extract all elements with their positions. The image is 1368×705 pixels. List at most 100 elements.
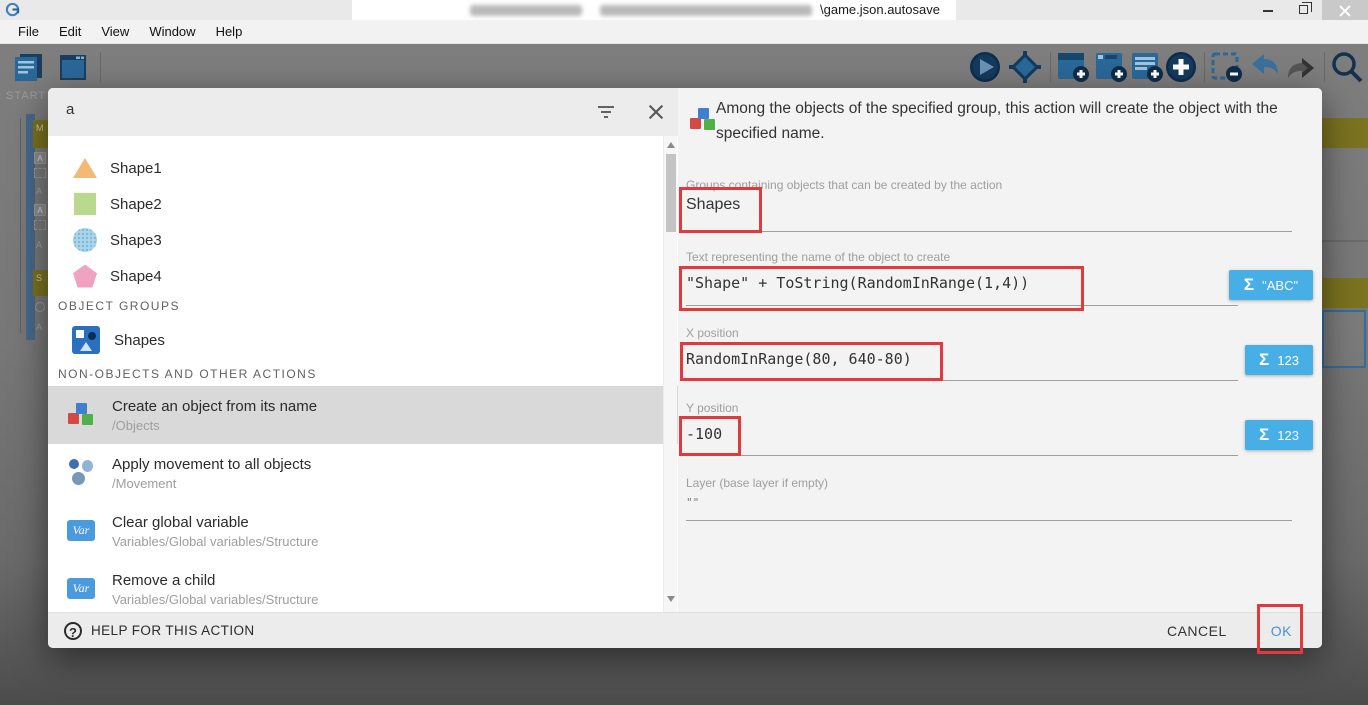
list-item-object[interactable]: Shape1 (48, 150, 678, 186)
results-list: Shape1 Shape2 Shape3 Shape4 OBJECT GRO (48, 136, 678, 612)
window-title: \game.json.autosave (820, 0, 940, 20)
create-object-icon (66, 399, 98, 431)
annotation-box-y-position-field (679, 416, 741, 456)
list-item-object[interactable]: Shape2 (48, 186, 678, 222)
list-item-object[interactable]: Shape4 (48, 258, 678, 294)
variable-icon: Var (66, 573, 98, 605)
event-empty-chip (34, 168, 46, 178)
redacted-path-segment (600, 5, 812, 16)
redacted-path-segment (470, 5, 582, 16)
redo-icon[interactable] (1284, 50, 1318, 84)
list-item-action-clear-variable[interactable]: Var Clear global variable Variables/Glob… (48, 502, 678, 560)
search-bar[interactable]: a (48, 88, 678, 136)
app-window: \game.json.autosave File Edit View Windo… (0, 0, 1368, 705)
create-object-icon (688, 104, 714, 130)
event-letter: A (36, 240, 42, 250)
title-bar: \game.json.autosave (0, 0, 1368, 20)
project-manager-icon[interactable] (12, 50, 46, 84)
restore-button[interactable] (1288, 0, 1320, 20)
annotation-box-x-position-field (680, 342, 943, 381)
field-label-object-name: Text representing the name of the object… (686, 250, 950, 264)
action-description: Among the objects of the specified group… (716, 96, 1316, 146)
dialog-footer: ? HELP FOR THIS ACTION CANCEL OK (48, 612, 1322, 648)
number-expression-button[interactable]: Σ 123 (1245, 345, 1313, 375)
sigma-icon: Σ (1259, 425, 1269, 445)
add-other-icon[interactable] (1164, 50, 1198, 84)
search-icon[interactable] (1330, 50, 1364, 84)
help-icon: ? (64, 622, 82, 640)
list-item-action-create-object[interactable]: Create an object from its name /Objects (48, 386, 678, 444)
add-subevent-icon[interactable] (1094, 50, 1128, 84)
open-scene-editor-icon[interactable] (56, 50, 90, 84)
minimize-icon (1263, 10, 1273, 12)
menu-bar: File Edit View Window Help (0, 20, 1368, 44)
shape1-triangle-icon (72, 155, 98, 181)
event-action-chip: A (34, 204, 46, 216)
sigma-icon: Σ (1244, 275, 1254, 295)
event-letter: A (36, 186, 42, 196)
list-item-action-remove-child[interactable]: Var Remove a child Variables/Global vari… (48, 560, 678, 612)
cancel-button[interactable]: CANCEL (1167, 623, 1227, 639)
restore-icon (1299, 5, 1308, 14)
annotation-box-ok-button (1257, 604, 1303, 654)
event-letter: A (36, 322, 42, 332)
toolbar-separator (100, 52, 101, 82)
event-divider (1322, 240, 1368, 242)
list-scrollbar[interactable] (663, 136, 677, 612)
event-action-chip: A (34, 152, 46, 164)
shape2-square-icon (72, 191, 98, 217)
event-tree-line (20, 118, 21, 334)
sigma-icon: Σ (1259, 350, 1269, 370)
menu-help[interactable]: Help (206, 20, 253, 43)
close-icon (1339, 4, 1351, 16)
list-item-object[interactable]: Shape3 (48, 222, 678, 258)
event-empty-chip (34, 220, 46, 230)
field-underline (686, 455, 1238, 456)
toolbar-separator (1204, 52, 1205, 82)
layer-field[interactable]: "" (686, 496, 699, 509)
shape4-pentagon-icon (72, 263, 98, 289)
menu-window[interactable]: Window (139, 20, 205, 43)
add-comment-icon[interactable] (1130, 50, 1164, 84)
undo-icon[interactable] (1248, 50, 1282, 84)
event-comment-row: M (33, 120, 48, 148)
gdevelop-logo-icon (5, 2, 20, 17)
scroll-up-arrow-icon[interactable] (667, 142, 675, 148)
search-input[interactable]: a (66, 101, 74, 118)
field-underline (686, 520, 1292, 521)
annotation-box-object-name-field (679, 266, 1084, 311)
variable-icon: Var (66, 515, 98, 547)
field-label-x-position: X position (686, 326, 739, 340)
play-preview-icon[interactable] (968, 50, 1002, 84)
object-group-icon (72, 326, 100, 354)
background-tab-start: START (6, 90, 46, 102)
add-event-icon[interactable] (1056, 50, 1090, 84)
field-label-y-position: Y position (686, 401, 738, 415)
event-condition-chip (35, 302, 45, 312)
event-comment-row (1322, 118, 1368, 148)
field-label-layer: Layer (base layer if empty) (686, 476, 828, 490)
action-chooser-panel: a Shape1 Shape2 Sh (48, 88, 678, 612)
help-link[interactable]: ? HELP FOR THIS ACTION (64, 622, 255, 640)
menu-view[interactable]: View (91, 20, 139, 43)
filter-icon[interactable] (596, 102, 616, 122)
dimmed-workspace: START M A A A A S A a (0, 44, 1368, 705)
minimize-button[interactable] (1252, 0, 1284, 20)
string-expression-button[interactable]: Σ "ABC" (1229, 270, 1313, 300)
scroll-down-arrow-icon[interactable] (667, 596, 675, 602)
menu-edit[interactable]: Edit (49, 20, 91, 43)
list-item-action-apply-movement[interactable]: Apply movement to all objects /Movement (48, 444, 678, 502)
delete-event-icon[interactable] (1210, 50, 1244, 84)
toolbar-separator (1050, 52, 1051, 82)
debug-icon[interactable] (1008, 50, 1042, 84)
event-selected-block (1322, 310, 1366, 368)
field-underline (686, 231, 1292, 232)
apply-movement-icon (66, 457, 98, 489)
event-comment-row: S (33, 270, 48, 296)
close-button[interactable] (1322, 0, 1368, 20)
clear-search-icon[interactable] (646, 102, 666, 122)
menu-file[interactable]: File (8, 20, 49, 43)
list-item-group[interactable]: Shapes (48, 318, 678, 362)
number-expression-button[interactable]: Σ 123 (1245, 420, 1313, 450)
scrollbar-thumb[interactable] (666, 154, 676, 232)
